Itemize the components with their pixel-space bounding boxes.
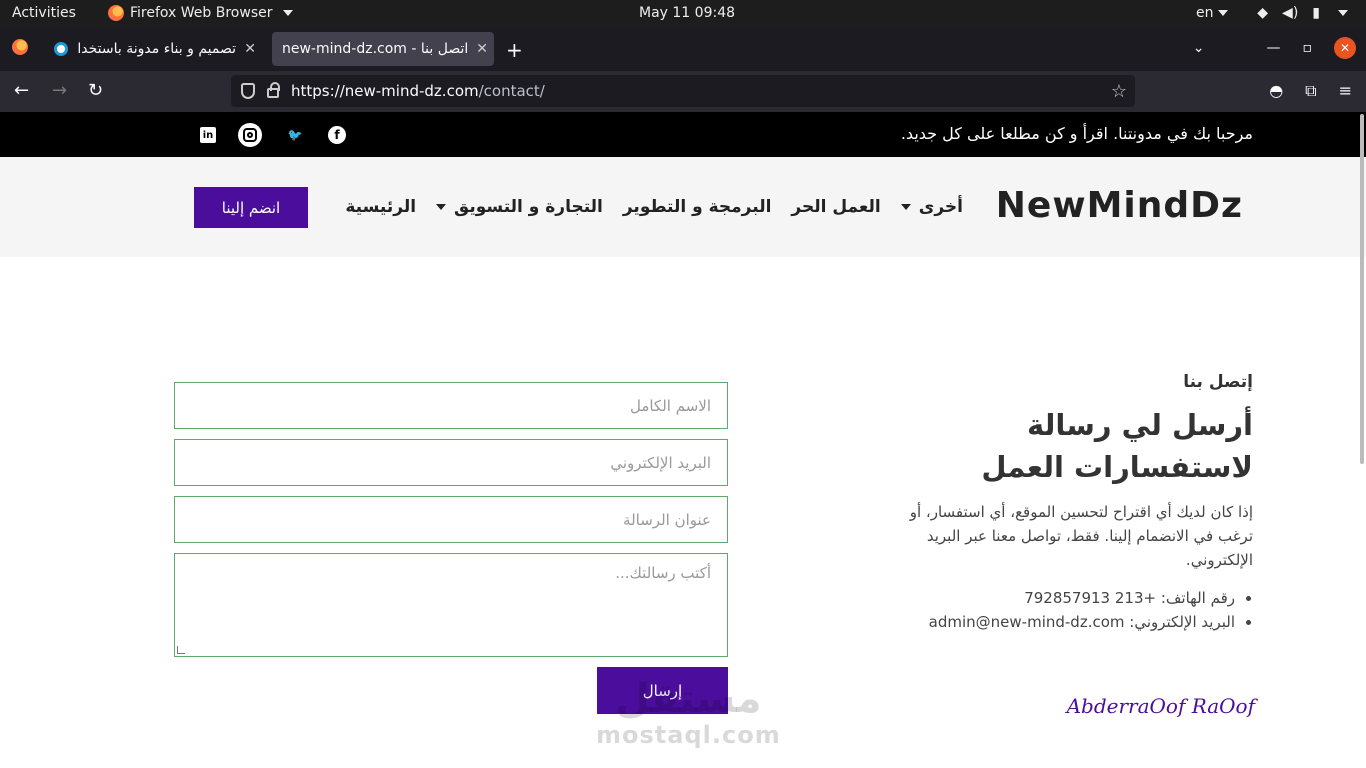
menu-item-programming[interactable]: البرمجة و التطوير xyxy=(623,197,772,217)
message-field-wrapper xyxy=(174,553,728,657)
tab-title: اتصل بنا - new-mind-dz.com xyxy=(282,41,469,57)
main-menu: الرئيسية التجارة و التسويق البرمجة و الت… xyxy=(345,197,963,217)
wifi-icon: ◆ xyxy=(1257,5,1269,21)
url-bar[interactable]: https://new-mind-dz.com/contact/ ☆ xyxy=(231,75,1135,107)
language-indicator[interactable]: en xyxy=(1196,5,1228,21)
window-controls: ⌄ — ▫ ✕ xyxy=(1193,37,1356,59)
tab-strip: تصميم و بناء مدونة باستخدا ✕ اتصل بنا - … xyxy=(0,27,1366,71)
maximize-button[interactable]: ▫ xyxy=(1303,40,1313,56)
phone-item: رقم الهاتف: +213 792857913 xyxy=(908,586,1235,610)
bookmark-star-icon[interactable]: ☆ xyxy=(1111,81,1127,102)
pocket-icon[interactable]: ◓ xyxy=(1269,81,1283,101)
facebook-icon[interactable]: f xyxy=(328,126,346,144)
welcome-text: مرحبا بك في مدونتنا. اقرأ و كن مطلعا على… xyxy=(900,124,1253,143)
twitter-icon[interactable]: 🐦 xyxy=(284,124,306,146)
web-page: مرحبا بك في مدونتنا. اقرأ و كن مطلعا على… xyxy=(0,112,1366,768)
site-favicon-icon xyxy=(54,42,68,56)
tab-contact[interactable]: اتصل بنا - new-mind-dz.com ✕ xyxy=(272,32,494,66)
app-menu[interactable]: Firefox Web Browser xyxy=(108,5,293,21)
chevron-down-icon xyxy=(1338,10,1348,16)
back-button[interactable]: ← xyxy=(14,80,29,101)
tab-blog-design[interactable]: تصميم و بناء مدونة باستخدا ✕ xyxy=(44,32,266,66)
watermark: مستقل mostaql.com xyxy=(596,677,781,749)
subject-input[interactable] xyxy=(175,497,727,542)
close-tab-icon[interactable]: ✕ xyxy=(476,41,488,57)
contact-list: رقم الهاتف: +213 792857913 البريد الإلكت… xyxy=(908,586,1235,634)
email-input[interactable] xyxy=(175,440,727,485)
minimize-button[interactable]: — xyxy=(1267,40,1281,56)
system-tray[interactable]: ◆ ◀) ▮ xyxy=(1257,5,1348,21)
menu-item-freelance[interactable]: العمل الحر xyxy=(791,197,880,217)
page-scrollbar[interactable] xyxy=(1360,114,1364,464)
name-field-wrapper xyxy=(174,382,728,429)
name-input[interactable] xyxy=(175,383,727,428)
contact-info: إتصل بنا أرسل لي رسالة لاستفسارات العمل … xyxy=(908,372,1253,634)
app-name: Firefox Web Browser xyxy=(130,5,273,21)
contact-description: إذا كان لديك أي اقتراح لتحسين الموقع، أي… xyxy=(909,503,1253,569)
menu-item-home[interactable]: الرئيسية xyxy=(345,197,416,217)
clock[interactable]: May 11 09:48 xyxy=(639,5,735,21)
battery-icon: ▮ xyxy=(1312,5,1320,21)
tracking-protection-icon[interactable] xyxy=(241,83,255,99)
message-textarea[interactable] xyxy=(175,554,727,656)
watermark-arabic: مستقل xyxy=(615,676,762,722)
firefox-icon xyxy=(108,5,124,21)
contact-heading: أرسل لي رسالة لاستفسارات العمل xyxy=(981,408,1253,484)
reload-button[interactable]: ↻ xyxy=(88,80,103,101)
chevron-down-icon xyxy=(282,10,293,16)
site-logo[interactable]: NewMindDz xyxy=(996,185,1243,226)
menu-item-other[interactable]: أخرى xyxy=(901,197,963,217)
join-us-button[interactable]: انضم إلينا xyxy=(194,187,308,228)
hamburger-menu-icon[interactable]: ≡ xyxy=(1339,81,1352,101)
firefox-view-icon[interactable] xyxy=(12,39,28,55)
watermark-latin: mostaql.com xyxy=(596,721,781,749)
site-header: NewMindDz الرئيسية التجارة و التسويق الب… xyxy=(0,157,1366,257)
contact-form: إرسال xyxy=(174,382,728,714)
contact-kicker: إتصل بنا xyxy=(1183,372,1253,392)
system-top-bar: Activities Firefox Web Browser May 11 09… xyxy=(0,0,1366,27)
top-info-bar: مرحبا بك في مدونتنا. اقرأ و كن مطلعا على… xyxy=(0,112,1366,157)
email-item: البريد الإلكتروني: admin@new-mind-dz.com xyxy=(908,610,1235,634)
tab-title: تصميم و بناء مدونة باستخدا xyxy=(77,41,236,57)
volume-icon: ◀) xyxy=(1282,5,1299,21)
toolbar-right: ◓ ⧉ ≡ xyxy=(1269,81,1352,101)
email-field-wrapper xyxy=(174,439,728,486)
social-links: in 🐦 f xyxy=(200,123,346,147)
nav-toolbar: ← → ↻ https://new-mind-dz.com/contact/ ☆… xyxy=(0,71,1366,112)
lock-icon[interactable] xyxy=(267,82,280,98)
subject-field-wrapper xyxy=(174,496,728,543)
chevron-down-icon xyxy=(1217,10,1228,16)
signature: AbderraOof RaOof xyxy=(1066,694,1255,718)
activities-button[interactable]: Activities xyxy=(12,5,76,21)
instagram-icon[interactable] xyxy=(238,123,262,147)
linkedin-icon[interactable]: in xyxy=(200,127,216,143)
close-tab-icon[interactable]: ✕ xyxy=(244,41,256,57)
extensions-icon[interactable]: ⧉ xyxy=(1305,81,1316,101)
new-tab-button[interactable]: + xyxy=(506,38,523,62)
menu-item-commerce[interactable]: التجارة و التسويق xyxy=(436,197,603,217)
url-text: https://new-mind-dz.com/contact/ xyxy=(291,82,545,100)
forward-button[interactable]: → xyxy=(52,80,67,101)
close-window-button[interactable]: ✕ xyxy=(1334,37,1356,59)
resize-handle-icon[interactable] xyxy=(177,646,185,654)
list-all-tabs-icon[interactable]: ⌄ xyxy=(1193,40,1205,56)
